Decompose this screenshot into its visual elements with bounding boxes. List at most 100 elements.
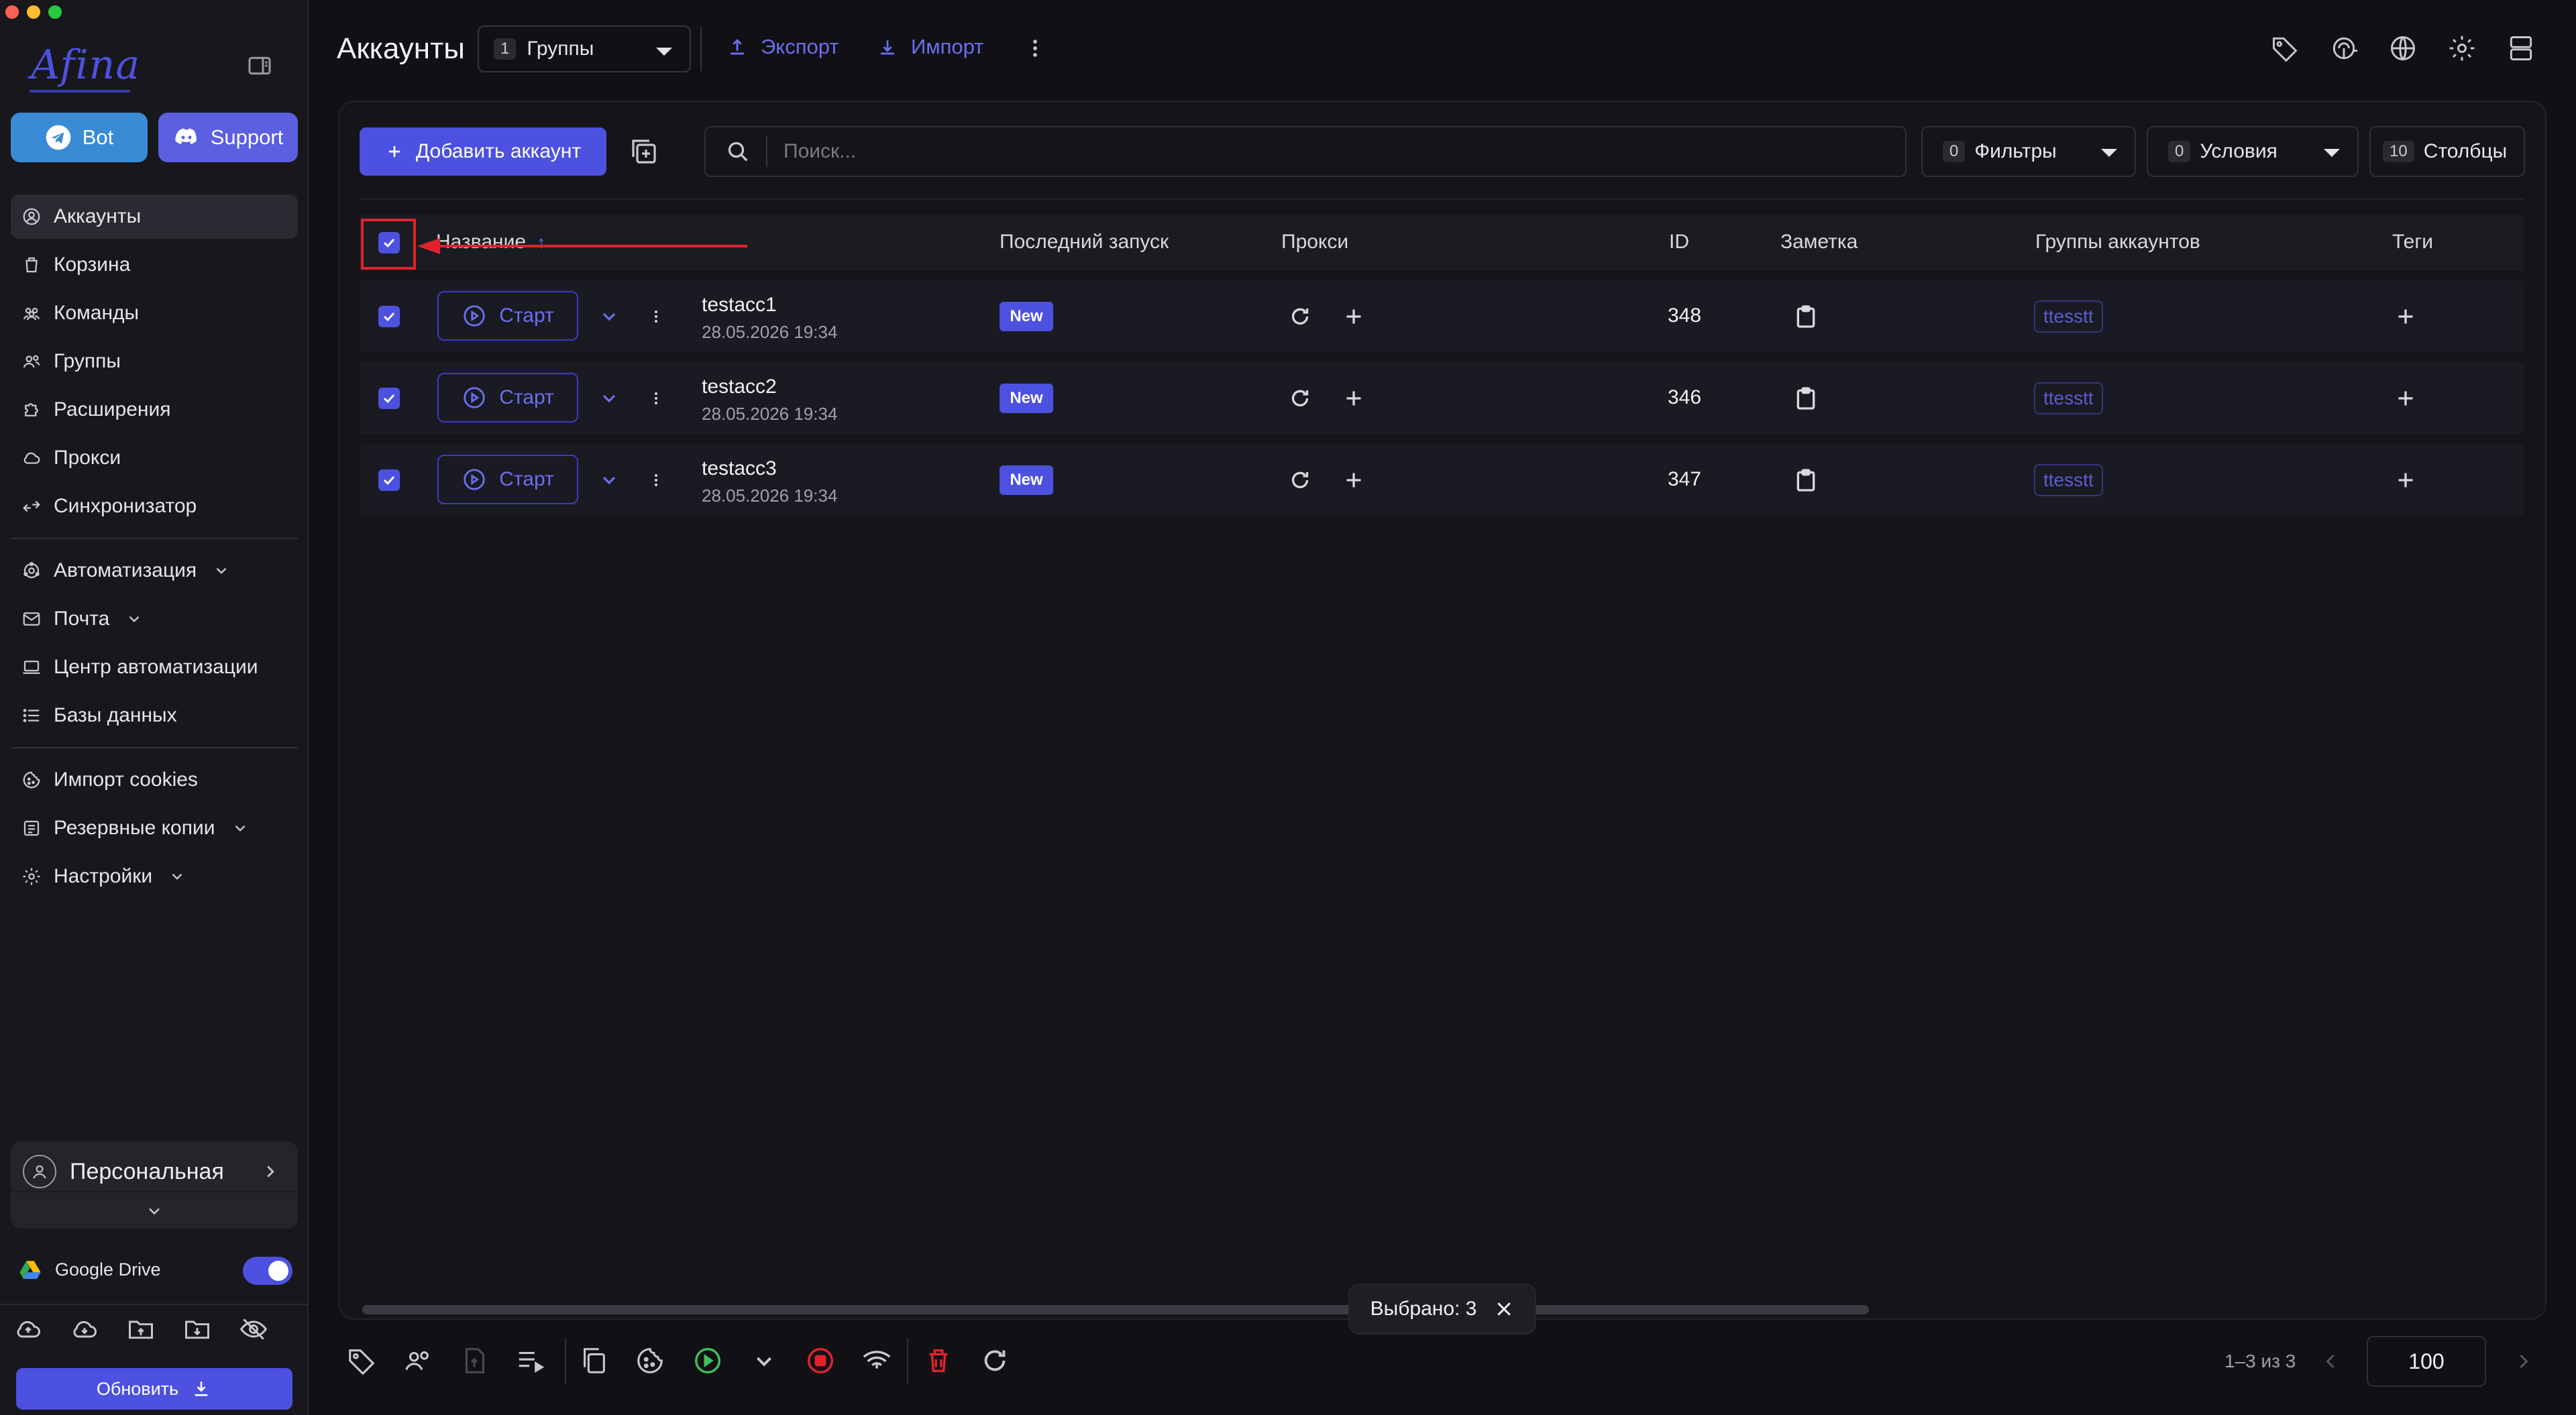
filters-dropdown[interactable]: 0 Фильтры	[1921, 126, 2136, 177]
page-size-input[interactable]: 100	[2367, 1336, 2486, 1387]
add-proxy-icon[interactable]	[1342, 386, 1366, 410]
profile-switcher[interactable]: Персональная	[11, 1141, 298, 1229]
more-vertical-icon[interactable]	[648, 302, 664, 331]
chevron-down-icon[interactable]	[749, 1345, 780, 1376]
table-row[interactable]: Старт testacc1 28.05.2026 19:34 New 348 …	[360, 280, 2524, 353]
account-group-tag[interactable]: ttesstt	[2034, 300, 2103, 333]
column-tags[interactable]: Теги	[2392, 231, 2433, 253]
import-button[interactable]: Импорт	[876, 35, 983, 59]
start-button[interactable]: Старт	[437, 291, 578, 341]
cloud-upload-icon[interactable]	[13, 1314, 43, 1344]
google-drive-label: Google Drive	[55, 1259, 161, 1280]
column-last-launch[interactable]: Последний запуск	[1000, 231, 1169, 253]
row-checkbox[interactable]	[378, 469, 400, 491]
folder-download-icon[interactable]	[182, 1314, 212, 1344]
sidebar-item-extensions[interactable]: Расширения	[11, 388, 298, 432]
close-icon[interactable]	[1494, 1299, 1514, 1319]
fingerprint-globe-icon[interactable]	[2329, 34, 2359, 63]
export-button[interactable]: Экспорт	[726, 35, 839, 59]
globe-icon[interactable]	[2388, 34, 2418, 63]
sidebar-item-trash[interactable]: Корзина	[11, 243, 298, 287]
start-button[interactable]: Старт	[437, 373, 578, 422]
delete-icon[interactable]	[923, 1345, 954, 1376]
groups-select[interactable]: 1 Группы	[478, 25, 691, 72]
chevron-down-icon[interactable]	[145, 1202, 164, 1221]
add-tag-icon[interactable]	[2394, 304, 2418, 329]
more-vertical-icon[interactable]	[1024, 34, 1046, 63]
horizontal-scrollbar[interactable]	[362, 1305, 1869, 1314]
minimize-window-button[interactable]	[27, 5, 40, 19]
tag-icon[interactable]	[2270, 34, 2300, 63]
more-vertical-icon[interactable]	[648, 384, 664, 413]
refresh-icon[interactable]	[1288, 386, 1312, 410]
refresh-icon[interactable]	[1288, 468, 1312, 492]
add-tag-icon[interactable]	[2394, 386, 2418, 410]
add-multiple-icon[interactable]	[628, 135, 660, 168]
refresh-icon[interactable]	[979, 1345, 1010, 1376]
table-row[interactable]: Старт testacc2 28.05.2026 19:34 New 346 …	[360, 362, 2524, 435]
add-account-button[interactable]: Добавить аккаунт	[360, 127, 606, 176]
start-button[interactable]: Старт	[437, 455, 578, 504]
cookie-icon[interactable]	[635, 1345, 665, 1376]
conditions-dropdown[interactable]: 0 Условия	[2147, 126, 2359, 177]
sidebar-collapse-icon[interactable]	[244, 52, 275, 79]
sidebar-item-automation-center[interactable]: Центр автоматизации	[11, 645, 298, 689]
sidebar-item-automation[interactable]: Автоматизация	[11, 549, 298, 593]
column-note[interactable]: Заметка	[1780, 231, 1858, 253]
column-account-groups[interactable]: Группы аккаунтов	[2035, 231, 2200, 253]
sidebar-item-teams[interactable]: Команды	[11, 291, 298, 335]
stop-circle-icon[interactable]	[805, 1345, 836, 1376]
column-proxy[interactable]: Прокси	[1281, 231, 1348, 253]
wifi-check-icon[interactable]	[861, 1345, 892, 1376]
sidebar-item-synchronizer[interactable]: Синхронизатор	[11, 484, 298, 528]
columns-button[interactable]: 10 Столбцы	[2369, 126, 2525, 177]
clipboard-icon[interactable]	[1792, 302, 1819, 331]
google-drive-toggle[interactable]	[243, 1257, 292, 1285]
folder-upload-icon[interactable]	[126, 1314, 156, 1344]
account-group-tag[interactable]: ttesstt	[2034, 464, 2103, 496]
column-id[interactable]: ID	[1669, 231, 1689, 253]
add-proxy-icon[interactable]	[1342, 468, 1366, 492]
sidebar-item-backups[interactable]: Резервные копии	[11, 806, 298, 850]
add-tag-icon[interactable]	[2394, 468, 2418, 492]
table-row[interactable]: Старт testacc3 28.05.2026 19:34 New 347 …	[360, 444, 2524, 516]
assign-users-icon[interactable]	[402, 1345, 433, 1376]
add-proxy-icon[interactable]	[1342, 304, 1366, 329]
cloud-download-icon[interactable]	[70, 1314, 99, 1344]
chevron-down-icon[interactable]	[598, 388, 620, 409]
server-icon[interactable]	[2506, 34, 2536, 63]
file-export-icon[interactable]	[459, 1345, 490, 1376]
copy-icon[interactable]	[578, 1345, 609, 1376]
profile-divider	[11, 1191, 298, 1192]
gear-icon[interactable]	[2447, 34, 2477, 63]
refresh-icon[interactable]	[1288, 304, 1312, 329]
chevron-right-icon[interactable]	[2512, 1348, 2536, 1375]
chevron-left-icon[interactable]	[2318, 1348, 2343, 1375]
sidebar-item-groups[interactable]: Группы	[11, 339, 298, 384]
bot-button[interactable]: Bot	[11, 113, 148, 162]
eye-off-icon[interactable]	[239, 1314, 268, 1344]
sidebar-item-databases[interactable]: Базы данных	[11, 693, 298, 738]
maximize-window-button[interactable]	[48, 5, 62, 19]
clipboard-icon[interactable]	[1792, 465, 1819, 495]
sidebar-item-accounts[interactable]: Аккаунты	[11, 194, 298, 239]
sidebar-item-mail[interactable]: Почта	[11, 597, 298, 641]
row-checkbox[interactable]	[378, 306, 400, 327]
play-circle-icon[interactable]	[692, 1345, 723, 1376]
sidebar-item-settings[interactable]: Настройки	[11, 854, 298, 899]
row-checkbox[interactable]	[378, 388, 400, 409]
playlist-icon[interactable]	[515, 1345, 546, 1376]
sidebar-item-proxy[interactable]: Прокси	[11, 436, 298, 480]
clipboard-icon[interactable]	[1792, 384, 1819, 413]
add-account-label: Добавить аккаунт	[415, 140, 582, 162]
chevron-down-icon[interactable]	[598, 306, 620, 327]
tag-icon[interactable]	[346, 1345, 377, 1376]
more-vertical-icon[interactable]	[648, 465, 664, 495]
close-window-button[interactable]	[5, 5, 19, 19]
chevron-down-icon[interactable]	[598, 469, 620, 491]
update-button[interactable]: Обновить	[16, 1368, 292, 1410]
search-input[interactable]	[784, 140, 1790, 163]
account-group-tag[interactable]: ttesstt	[2034, 382, 2103, 414]
support-button[interactable]: Support	[158, 113, 298, 162]
sidebar-item-import-cookies[interactable]: Импорт cookies	[11, 758, 298, 802]
